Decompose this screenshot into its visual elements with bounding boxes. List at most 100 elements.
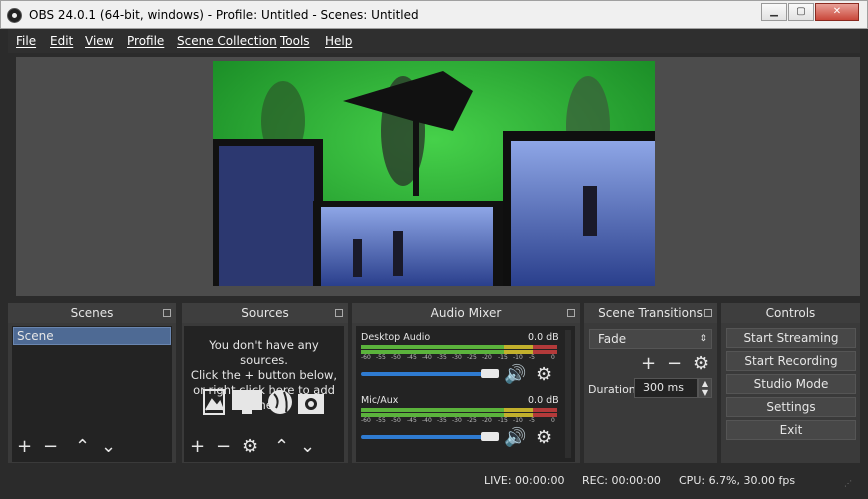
settings-button[interactable]: Settings [726,397,856,417]
float-dock-icon[interactable] [163,309,171,317]
duration-input[interactable]: 300 ms [634,378,698,398]
volume-slider-thumb[interactable] [481,432,499,441]
tick-label: -25 [467,417,477,424]
resize-grip-icon[interactable]: ⋰ [844,479,852,488]
tick-label: -10 [513,354,523,361]
tick-label: -60 [361,354,371,361]
move-up-icon[interactable]: ⌃ [75,438,90,456]
volume-meter [361,408,557,412]
add-scene-icon[interactable]: + [17,438,32,456]
add-source-icon[interactable]: + [190,438,205,456]
exit-button[interactable]: Exit [726,420,856,440]
tick-label: -55 [376,354,386,361]
add-transition-icon[interactable]: + [641,355,656,373]
move-down-icon[interactable]: ⌄ [101,438,116,456]
mixer-dock-title: Audio Mixer [430,306,502,320]
source-properties-gear-icon[interactable]: ⚙ [242,438,258,456]
channel-name: Desktop Audio [361,332,431,343]
menu-scene-collection[interactable]: Scene Collection [177,34,277,48]
start-streaming-button[interactable]: Start Streaming [726,328,856,348]
tick-label: -5 [529,354,535,361]
transition-gear-icon[interactable]: ⚙ [693,355,709,373]
tick-label: -50 [391,354,401,361]
status-bar: LIVE: 00:00:00 REC: 00:00:00 CPU: 6.7%, … [8,467,860,493]
menu-tools[interactable]: Tools [280,34,310,48]
remove-source-icon[interactable]: − [216,438,231,456]
mixer-scrollbar[interactable] [565,330,571,458]
camera-icon [298,394,324,414]
meter-ticks: -60 -55 -50 -45 -40 -35 -30 -25 -20 -15 … [361,354,557,362]
menu-view[interactable]: View [85,34,113,48]
sources-list[interactable]: You don't have any sources. Click the + … [184,326,344,462]
remove-scene-icon[interactable]: − [43,438,58,456]
move-up-icon[interactable]: ⌃ [274,438,289,456]
start-recording-button[interactable]: Start Recording [726,351,856,371]
scenes-list[interactable]: Scene [12,326,172,462]
menu-edit[interactable]: Edit [50,34,73,48]
channel-db: 0.0 dB [528,395,559,406]
menu-bar: File Edit View Profile Scene Collection … [8,29,860,53]
tick-label: -35 [437,417,447,424]
transitions-dock-title: Scene Transitions [598,306,703,320]
float-dock-icon[interactable] [704,309,712,317]
display-icon [232,390,262,414]
float-dock-icon[interactable] [567,309,575,317]
remove-transition-icon[interactable]: − [667,355,682,373]
volume-slider[interactable] [361,372,499,376]
tick-label: -20 [482,354,492,361]
globe-icon [268,390,292,414]
tick-label: -15 [498,354,508,361]
menu-file[interactable]: File [16,34,36,48]
transition-select[interactable]: Fade ⇕ [589,329,712,349]
tick-label: -50 [391,417,401,424]
source-type-icons [203,389,324,415]
tick-label: -45 [407,354,417,361]
obs-logo-icon [7,8,22,23]
live-timer: LIVE: 00:00:00 [484,474,565,487]
duration-spinner[interactable]: ▲ ▼ [698,378,712,398]
tick-label: 0 [551,354,555,361]
image-icon [203,389,225,415]
updown-arrows-icon: ⇕ [699,334,707,344]
minimize-button[interactable]: ▁ [761,3,787,21]
tick-label: -10 [513,417,523,424]
tick-label: -25 [467,354,477,361]
tick-label: -30 [452,417,462,424]
volume-meter [361,345,557,349]
move-down-icon[interactable]: ⌄ [300,438,315,456]
transition-select-value: Fade [598,332,627,346]
window-title: OBS 24.0.1 (64-bit, windows) - Profile: … [29,8,419,22]
channel-gear-icon[interactable]: ⚙ [536,429,552,447]
tick-label: -60 [361,417,371,424]
meter-ticks: -60 -55 -50 -45 -40 -35 -30 -25 -20 -15 … [361,417,557,425]
studio-mode-button[interactable]: Studio Mode [726,374,856,394]
duration-label: Duration [588,383,636,396]
list-item[interactable]: Scene [13,327,171,345]
maximize-button[interactable]: ▢ [788,3,814,21]
menu-profile[interactable]: Profile [127,34,164,48]
channel-db: 0.0 dB [528,332,559,343]
float-dock-icon[interactable] [335,309,343,317]
controls-dock-title: Controls [765,306,816,320]
sources-dock-title: Sources [241,306,289,320]
tick-label: 0 [551,417,555,424]
tick-label: -40 [422,417,432,424]
tick-label: -20 [482,417,492,424]
volume-slider-thumb[interactable] [481,369,499,378]
channel-gear-icon[interactable]: ⚙ [536,366,552,384]
sources-empty-text-1: You don't have any sources. [209,338,319,367]
channel-name: Mic/Aux [361,395,399,406]
volume-slider[interactable] [361,435,499,439]
title-bar: OBS 24.0.1 (64-bit, windows) - Profile: … [0,0,868,29]
close-button[interactable]: ✕ [815,3,859,21]
tick-label: -30 [452,354,462,361]
preview-canvas[interactable] [213,61,655,286]
menu-help[interactable]: Help [325,34,352,48]
scenes-dock-title: Scenes [70,306,114,320]
rec-timer: REC: 00:00:00 [582,474,661,487]
speaker-icon[interactable]: 🔊 [504,429,526,447]
tick-label: -15 [498,417,508,424]
tick-label: -45 [407,417,417,424]
sources-empty-text-2: Click the + button below, [190,368,338,382]
speaker-icon[interactable]: 🔊 [504,366,526,384]
